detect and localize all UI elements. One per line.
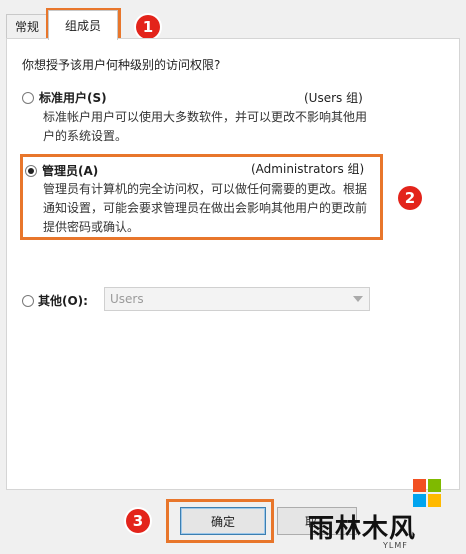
standard-desc-line-2: 户的系统设置。 xyxy=(43,129,128,143)
administrator-group: (Administrators 组) xyxy=(251,162,365,176)
administrator-description: 管理员有计算机的完全访问权，可以做任何需要的更改。根据 通知设置，可能会要求管理… xyxy=(43,180,367,237)
watermark-subtext: YLMF xyxy=(383,541,408,550)
step-badge-3: 3 xyxy=(126,509,150,533)
admin-desc-line-1: 管理员有计算机的完全访问权，可以做任何需要的更改。根据 xyxy=(43,182,368,196)
tab-group-membership[interactable]: 组成员 xyxy=(48,10,118,40)
standard-user-label[interactable]: 标准用户(S) xyxy=(39,89,107,106)
step-badge-1: 1 xyxy=(136,15,160,39)
radio-standard-user[interactable] xyxy=(22,92,34,104)
other-group-select-value: Users xyxy=(110,292,144,306)
standard-desc-line-1: 标准帐户用户可以使用大多数软件，并可以更改不影响其他用 xyxy=(43,110,368,124)
radio-other[interactable] xyxy=(22,295,34,307)
standard-user-description: 标准帐户用户可以使用大多数软件，并可以更改不影响其他用 户的系统设置。 xyxy=(43,108,367,146)
windows-logo-icon xyxy=(413,479,441,507)
ok-button[interactable]: 确定 xyxy=(180,507,266,535)
access-level-question: 你想授予该用户何种级别的访问权限? xyxy=(22,58,221,72)
admin-desc-line-2: 通知设置，可能会要求管理员在做出会影响其他用户的更改前 xyxy=(43,201,368,215)
admin-desc-line-3: 提供密码或确认。 xyxy=(43,220,140,234)
administrator-label[interactable]: 管理员(A) xyxy=(42,162,98,179)
standard-user-group: (Users 组) xyxy=(304,91,363,105)
ok-button-label: 确定 xyxy=(210,514,235,529)
other-label[interactable]: 其他(O): xyxy=(38,292,88,309)
radio-administrator[interactable] xyxy=(25,165,37,177)
watermark-text: 雨林木风 xyxy=(308,514,417,544)
chevron-down-icon xyxy=(353,296,363,302)
other-group-select[interactable]: Users xyxy=(104,287,370,311)
tab-general[interactable]: 常规 xyxy=(6,14,48,38)
step-badge-2: 2 xyxy=(398,186,422,210)
tab-general-label: 常规 xyxy=(14,20,39,34)
tab-group-membership-label: 组成员 xyxy=(64,19,101,33)
